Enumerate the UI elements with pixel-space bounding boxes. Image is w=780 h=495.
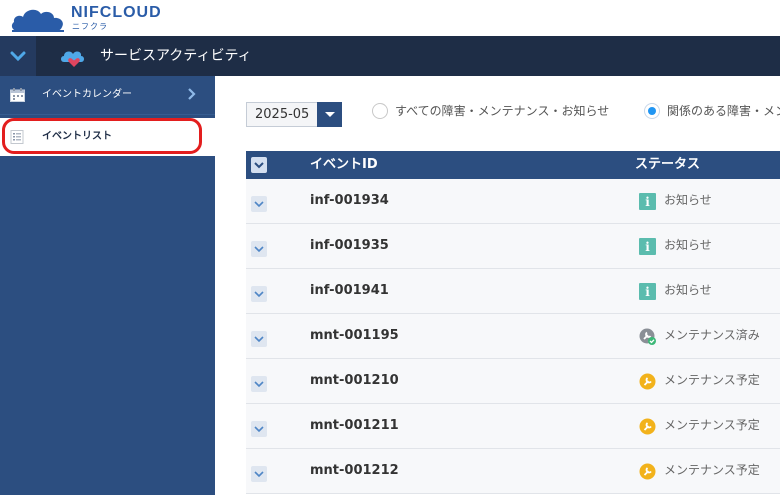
event-id[interactable]: inf-001941 [310,282,389,300]
event-status: メンテナンス予定 [664,463,760,477]
month-value: 2025-05 [255,107,310,122]
maintenance-planned-icon [639,418,656,435]
brand-name: NIFCLOUD [71,4,162,21]
maintenance-done-icon [639,328,656,345]
main-content: 2025-05 すべての障害・メンテナンス・お知らせ 関係のある障害・メンテナン… [215,76,780,495]
chevron-down-icon [324,111,335,117]
event-status: お知らせ [664,283,712,297]
column-header-event-id[interactable]: イベントID [310,156,378,174]
expand-row-button[interactable] [251,466,267,482]
radio-button[interactable] [644,103,660,119]
event-id[interactable]: mnt-001210 [310,372,399,390]
info-icon: i [639,283,656,300]
column-header-status[interactable]: ステータス [635,156,700,174]
event-status: メンテナンス予定 [664,418,760,432]
event-id[interactable]: mnt-001212 [310,462,399,480]
chevron-down-icon [254,201,264,208]
expand-row-button[interactable] [251,241,267,257]
table-row[interactable]: inf-001934 i お知らせ [246,179,780,224]
month-select[interactable]: 2025-05 [246,102,342,127]
table-row[interactable]: mnt-001195 メンテナンス済み [246,314,780,359]
chevron-down-icon [254,381,264,388]
expand-row-button[interactable] [251,421,267,437]
table-row[interactable]: inf-001941 i お知らせ [246,269,780,314]
chevron-down-icon [254,426,264,433]
radio-label: すべての障害・メンテナンス・お知らせ [395,104,610,118]
chevron-down-icon [254,471,264,478]
table-row[interactable]: mnt-001211 メンテナンス予定 [246,404,780,449]
event-id[interactable]: mnt-001195 [310,327,399,345]
sidebar-item-event-calendar[interactable]: イベントカレンダー [0,76,215,115]
event-id[interactable]: mnt-001211 [310,417,399,435]
event-id[interactable]: inf-001934 [310,192,389,210]
month-dropdown-button[interactable] [317,102,342,127]
expand-row-button[interactable] [251,331,267,347]
service-activity-icon [61,51,84,67]
table-header: イベントID ステータス [246,151,780,179]
chevron-down-icon [254,336,264,343]
event-status: メンテナンス予定 [664,373,760,387]
page-title: サービスアクティビティ [100,48,252,64]
sidebar-item-label: イベントカレンダー [42,89,132,100]
table-row[interactable]: mnt-001210 メンテナンス予定 [246,359,780,404]
top-bar: NIFCLOUD ニフクラ [0,0,780,36]
info-icon: i [639,238,656,255]
chevron-down-icon [10,51,26,62]
event-status: お知らせ [664,193,712,207]
highlight-annotation [2,118,202,154]
calendar-icon [10,88,25,102]
expand-row-button[interactable] [251,376,267,392]
table-row[interactable]: inf-001935 i お知らせ [246,224,780,269]
nifcloud-logo-icon[interactable] [10,3,66,33]
chevron-down-icon [254,162,264,169]
maintenance-planned-icon [639,373,656,390]
chevron-down-icon [254,246,264,253]
maintenance-planned-icon [639,463,656,480]
info-icon: i [639,193,656,210]
event-id[interactable]: inf-001935 [310,237,389,255]
radio-label: 関係のある障害・メンテナンス・お知らせ [667,104,780,118]
brand-sub: ニフクラ [72,22,108,31]
expand-row-button[interactable] [251,286,267,302]
expand-all-button[interactable] [251,157,267,173]
event-status: お知らせ [664,238,712,252]
chevron-right-icon [188,88,196,100]
chevron-down-icon [254,291,264,298]
event-status: メンテナンス済み [664,328,760,342]
expand-row-button[interactable] [251,196,267,212]
table-row[interactable]: mnt-001212 メンテナンス予定 [246,449,780,494]
radio-button[interactable] [372,103,388,119]
navbar: サービスアクティビティ [0,36,780,76]
menu-toggle-button[interactable] [0,36,36,76]
